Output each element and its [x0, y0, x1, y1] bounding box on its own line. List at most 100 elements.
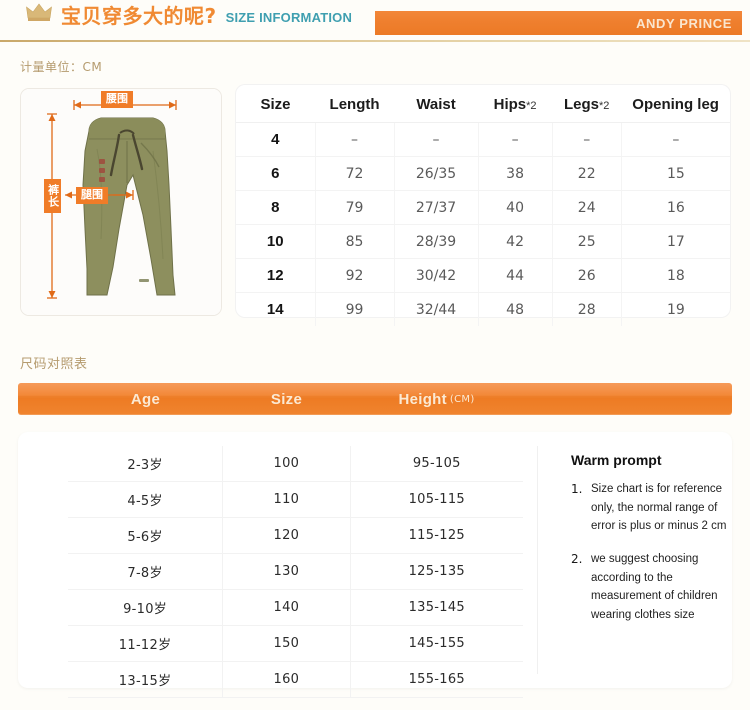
thigh-measure-label: 腿围: [76, 187, 108, 204]
table-row: 11-12岁 150 145-155: [68, 625, 523, 662]
warm-prompt-list: 1. Size chart is for reference only, the…: [571, 480, 739, 624]
waist-col-header: Waist: [394, 85, 479, 123]
hips-col-label: Hips: [493, 96, 527, 113]
table-row: 10 85 28/39 42 25 17: [236, 224, 730, 259]
bar-size-label: Size: [270, 390, 303, 408]
table-row: 12 92 30/42 44 26 18: [236, 258, 730, 293]
size-cell-length: 72: [314, 156, 395, 191]
age-size-panel: 2-3岁 100 95-105 4-5岁 110 105-115 5-6岁 120 115-12…: [18, 432, 732, 698]
waist-measure-label: 腰围: [101, 91, 133, 108]
size-cell-waist: –: [393, 122, 479, 157]
size-cell-length: 85: [314, 224, 395, 259]
legs-col-header: Legs*2: [552, 85, 622, 123]
age-cell-age: 11-12岁: [68, 625, 224, 662]
legs-col-label: Legs: [563, 96, 599, 113]
size-cell-size: 10: [236, 224, 316, 259]
table-row: 2-3岁 100 95-105: [68, 446, 523, 482]
size-info-section: 腰围 裤长 腿围 Size Length Waist Hips*2 Legs*2…: [0, 85, 750, 326]
panel-divider: [537, 446, 538, 674]
table-row: 4-5岁 110 105-115: [68, 481, 523, 518]
size-col-header: Size: [236, 85, 316, 123]
size-cell-legs: –: [551, 122, 622, 157]
size-cell-opening: 17: [620, 224, 730, 259]
size-cell-opening: –: [620, 122, 730, 157]
length-measure-label: 裤长: [44, 179, 61, 213]
warm-prompt-item: 1. Size chart is for reference only, the…: [571, 480, 739, 536]
size-cell-length: –: [314, 122, 395, 157]
size-cell-opening: 15: [620, 156, 730, 191]
warm-prompt-text: we suggest choosing according to the mea…: [591, 552, 718, 621]
product-photo: 腰围 裤长 腿围: [21, 89, 221, 315]
size-cell-opening: 18: [620, 258, 730, 293]
age-table-body: 2-3岁 100 95-105 4-5岁 110 105-115 5-6岁 120 115-12…: [68, 446, 523, 698]
product-photo-panel: 腰围 裤长 腿围: [20, 88, 222, 316]
warm-prompt-item: 2. we suggest choosing according to the …: [571, 550, 739, 625]
size-comparison-title: 尺码对照表: [20, 357, 88, 372]
bar-height-group: Height (CM): [350, 383, 523, 415]
age-cell-height: 155-165: [350, 661, 523, 698]
age-cell-size: 100: [222, 446, 351, 482]
size-cell-legs: 24: [551, 190, 622, 225]
size-cell-hips: 38: [477, 156, 553, 191]
size-cell-size: 6: [236, 156, 316, 191]
length-col-header: Length: [315, 85, 395, 123]
size-table-panel: Size Length Waist Hips*2 Legs*2 Opening …: [236, 85, 730, 326]
table-row: 5-6岁 120 115-125: [68, 517, 523, 554]
size-cell-opening: 16: [620, 190, 730, 225]
size-table-header-row: Size Length Waist Hips*2 Legs*2 Opening …: [236, 85, 730, 123]
table-row: 14 99 32/44 48 28 19: [236, 292, 730, 326]
size-cell-size: 4: [236, 122, 316, 157]
age-cell-age: 7-8岁: [68, 553, 224, 590]
age-cell-age: 13-15岁: [68, 661, 224, 698]
warm-prompt-text: Size chart is for reference only, the no…: [591, 483, 727, 533]
size-table: Size Length Waist Hips*2 Legs*2 Opening …: [236, 85, 730, 326]
size-cell-length: 92: [314, 258, 395, 293]
bar-age-label: Age: [130, 390, 161, 408]
header-divider: [0, 40, 750, 42]
thigh-measure-arrow-right: [113, 190, 134, 200]
size-cell-hips: 42: [477, 224, 553, 259]
age-cell-height: 115-125: [350, 517, 523, 554]
page-header: 宝贝穿多大的呢? SIZE INFORMATION ANDY PRINCE: [0, 0, 750, 42]
header-title-cn: 宝贝穿多大的呢?: [61, 4, 217, 28]
size-cell-waist: 32/44: [393, 292, 479, 326]
age-cell-height: 95-105: [350, 446, 523, 482]
size-cell-waist: 26/35: [393, 156, 479, 191]
brand-banner: ANDY PRINCE: [375, 11, 742, 35]
bar-height-label: Height: [398, 390, 447, 408]
brand-name: ANDY PRINCE: [636, 15, 732, 31]
size-cell-hips: 40: [477, 190, 553, 225]
size-cell-legs: 28: [551, 292, 622, 326]
hips-col-header: Hips*2: [478, 85, 553, 123]
hips-multiplier: *2: [526, 100, 537, 112]
age-cell-age: 5-6岁: [68, 517, 224, 554]
size-cell-size: 12: [236, 258, 316, 293]
crown-icon: [26, 2, 52, 22]
table-row: 13-15岁 160 155-165: [68, 661, 523, 698]
age-size-height-header-bar: Age Size Height (CM): [18, 383, 732, 415]
table-row: 6 72 26/35 38 22 15: [236, 156, 730, 191]
warm-prompt: Warm prompt 1. Size chart is for referen…: [571, 452, 739, 638]
size-cell-waist: 27/37: [393, 190, 479, 225]
bar-height-unit: (CM): [449, 393, 475, 405]
size-cell-hips: 48: [477, 292, 553, 326]
size-cell-waist: 28/39: [393, 224, 479, 259]
age-cell-height: 135-145: [350, 589, 523, 626]
age-cell-height: 105-115: [350, 481, 523, 518]
size-cell-legs: 25: [551, 224, 622, 259]
age-cell-age: 9-10岁: [68, 589, 224, 626]
warm-prompt-number: 2.: [571, 551, 583, 566]
size-cell-size: 14: [266, 301, 284, 318]
size-cell-waist: 30/42: [393, 258, 479, 293]
table-row: 4– – – – –: [236, 122, 730, 157]
size-cell-length: 79: [314, 190, 395, 225]
opening-leg-col-header: Opening leg: [621, 85, 730, 123]
size-cell-length: 99: [314, 292, 395, 326]
table-row: 9-10岁 140 135-145: [68, 589, 523, 626]
age-cell-size: 150: [222, 625, 351, 662]
age-cell-height: 145-155: [350, 625, 523, 662]
age-cell-age: 2-3岁: [68, 446, 224, 482]
unit-label: 计量单位：CM: [20, 60, 103, 74]
age-cell-size: 130: [222, 553, 351, 590]
age-cell-size: 160: [222, 661, 351, 698]
